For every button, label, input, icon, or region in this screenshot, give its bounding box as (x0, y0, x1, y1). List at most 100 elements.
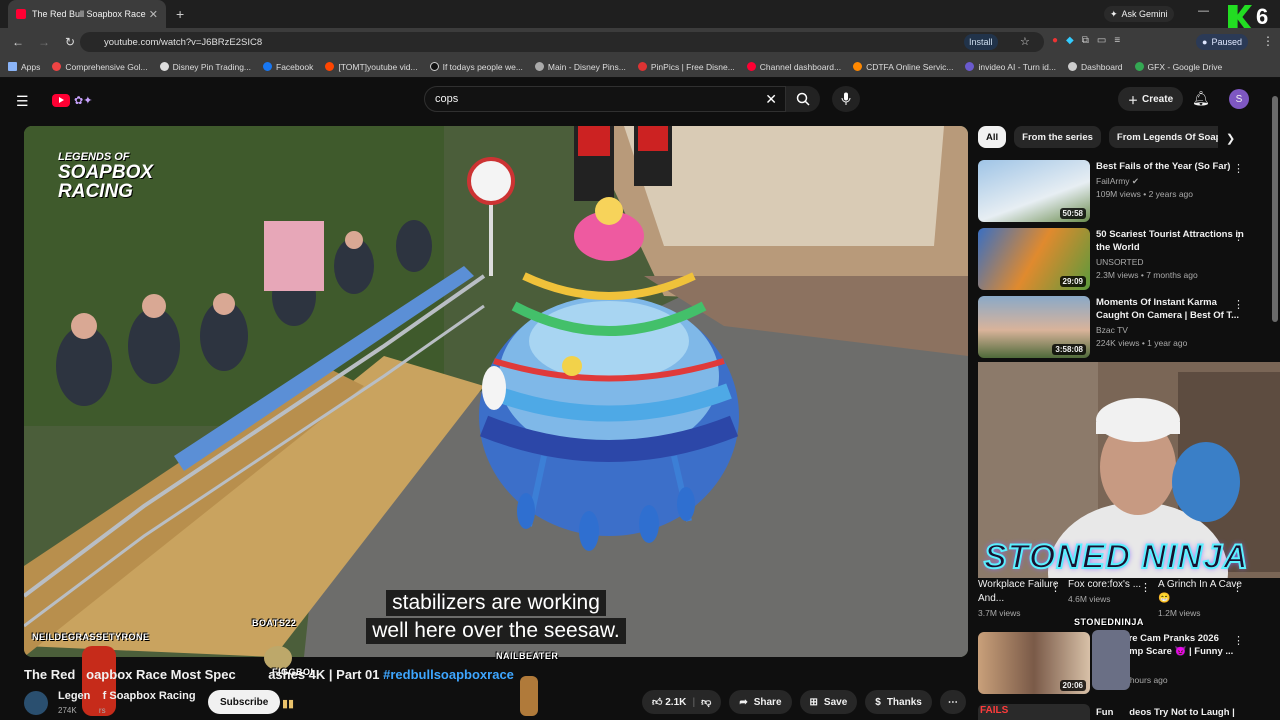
chevron-right-icon[interactable]: ❯ (1226, 132, 1235, 145)
short-views: 3.7M views (978, 608, 1021, 618)
bookmark-item[interactable]: [TOMT]youtube vid... (325, 62, 418, 72)
extensions-puzzle-icon[interactable]: ⧉ (1082, 35, 1089, 46)
bookmark-favicon-icon (52, 62, 62, 71)
recommendation-item[interactable]: FAILS Fun deos Try Not to Laugh | (978, 704, 1272, 720)
more-vert-icon[interactable]: ⋮ (1233, 634, 1244, 647)
bookmark-item[interactable]: Dashboard (1067, 62, 1123, 72)
profile-paused-button[interactable]: ● Paused (1196, 34, 1248, 50)
bookmark-item[interactable]: CDTFA Online Servic... (853, 62, 953, 72)
recommendation-meta: 109M views • 2 years ago (1096, 189, 1193, 199)
video-player[interactable]: LEGENDS OF SOAPBOX RACING stabilizers ar… (24, 126, 968, 657)
extension-red-icon[interactable]: ● (1052, 35, 1058, 46)
back-icon[interactable]: ← (10, 35, 26, 49)
reload-icon[interactable]: ↻ (62, 35, 78, 49)
video-thumbnail[interactable]: 3:58:08 (978, 296, 1090, 358)
viewer-tag: STONEDNINJA (1074, 617, 1144, 627)
recommendation-channel[interactable]: FailArmy ✔ (1096, 175, 1139, 188)
thumbs-down-icon[interactable]: 👎︎ (701, 696, 711, 708)
more-vert-icon[interactable]: ⋮ (1233, 298, 1244, 311)
recommendation-title[interactable]: Best Fails of the Year (So Far) (1096, 160, 1246, 173)
save-icon: ⊞ (809, 696, 818, 708)
clear-search-icon[interactable]: ✕ (765, 91, 777, 108)
new-tab-button[interactable]: + (176, 6, 184, 22)
bookmark-item[interactable]: Channel dashboard... (746, 62, 841, 72)
hashtag-link[interactable]: #redbullsoapboxrace (383, 667, 514, 682)
youtube-header: ☰ ✿✦ cops ✕ ＋ Create 🔔︎ S (0, 80, 1280, 120)
bookmark-star-icon[interactable]: ☆ (1020, 35, 1030, 48)
extension-blue-icon[interactable]: ◆ (1066, 35, 1074, 46)
account-avatar[interactable]: S (1229, 89, 1249, 109)
more-vert-icon[interactable]: ⋮ (1233, 230, 1244, 243)
address-bar[interactable]: youtube.com/watch?v=J6BRzE2SIC8 (80, 32, 1044, 52)
voice-search-button[interactable] (832, 86, 860, 112)
youtube-icon (746, 62, 756, 71)
more-vert-icon[interactable]: ⋮ (1140, 581, 1151, 594)
recommendation-title[interactable]: care Cam Pranks 2026 Jump Scare 😈 | Funn… (1118, 632, 1246, 658)
create-button[interactable]: ＋ Create (1118, 87, 1184, 111)
chip-from-series[interactable]: From the series (1014, 126, 1101, 148)
install-button[interactable]: Install (964, 34, 998, 50)
bookmark-item[interactable]: If todays people we... (429, 62, 523, 72)
share-button[interactable]: ➦ Share (729, 690, 792, 714)
thanks-icon: $ (875, 696, 881, 708)
recommendation-title[interactable]: 50 Scariest Tourist Attractions in the W… (1096, 228, 1246, 254)
chip-all[interactable]: All (978, 126, 1007, 148)
youtube-logo[interactable]: ✿✦ (52, 92, 108, 108)
recommendation-title[interactable]: Fun deos Try Not to Laugh | (1096, 706, 1256, 719)
bookmark-item[interactable]: invideo AI - Turn id... (965, 62, 1056, 72)
watermark-line: RACING (58, 181, 133, 202)
recommendation-item[interactable]: 50:58 Best Fails of the Year (So Far) Fa… (978, 160, 1272, 224)
more-vert-icon[interactable]: ⋮ (1050, 581, 1061, 594)
more-actions-button[interactable]: ⋯ (939, 690, 966, 714)
search-button[interactable] (786, 86, 820, 112)
recommendation-channel[interactable]: UNSORTED (1096, 256, 1144, 269)
recommendation-channel[interactable]: Bzac TV (1096, 324, 1128, 337)
recommendation-title[interactable]: Moments Of Instant Karma Caught On Camer… (1096, 296, 1246, 322)
bookmark-item[interactable]: Disney Pin Trading... (159, 62, 251, 72)
search-input[interactable]: cops ✕ (424, 86, 786, 112)
tiktok-icon (429, 62, 439, 71)
scrollbar-thumb[interactable] (1272, 96, 1278, 322)
caption-line: stabilizers are working (386, 590, 606, 616)
video-title: The Red oapbox Race Most Spec ashes 4K |… (24, 667, 514, 682)
subscriber-count: 274K rs (58, 706, 106, 715)
like-button[interactable]: 👍︎ 2.1K (652, 696, 686, 708)
video-thumbnail[interactable]: FAILS (978, 704, 1090, 720)
video-thumbnail[interactable]: 20:06 (978, 632, 1090, 694)
streamer-webcam: STONED NINJA (978, 362, 1280, 578)
video-thumbnail[interactable]: 29:09 (978, 228, 1090, 290)
mic-icon (841, 92, 851, 105)
save-button[interactable]: ⊞ Save (799, 690, 858, 714)
notifications-bell-icon[interactable]: 🔔︎ (1192, 90, 1210, 107)
apps-grid-icon (8, 62, 17, 71)
minimize-icon[interactable]: — (1198, 5, 1209, 17)
duration-badge: 50:58 (1059, 208, 1086, 219)
ask-gemini-button[interactable]: ✦ Ask Gemini (1104, 6, 1174, 22)
forward-icon[interactable]: → (36, 35, 52, 49)
channel-avatar[interactable] (24, 691, 48, 715)
channel-name[interactable]: Legen f Soapbox Racing (58, 690, 196, 702)
bookmark-item[interactable]: PinPics | Free Disne... (637, 62, 735, 72)
subscribe-button[interactable]: Subscribe (208, 690, 281, 714)
media-icon[interactable]: ≡ (1114, 35, 1120, 46)
more-vert-icon[interactable]: ⋮ (1233, 162, 1244, 175)
bookmark-item[interactable]: GFX - Google Drive (1134, 62, 1222, 72)
browser-menu-icon[interactable]: ⋮ (1262, 34, 1274, 48)
bookmark-item[interactable]: Comprehensive Gol... (52, 62, 148, 72)
tab-close-icon[interactable]: ✕ (149, 8, 158, 21)
video-thumbnail[interactable]: 50:58 (978, 160, 1090, 222)
tab-search-icon[interactable]: ▭ (1097, 35, 1106, 46)
chip-from-channel[interactable]: From Legends Of Soapbo (1108, 126, 1218, 148)
recommendation-item[interactable]: 3:58:08 Moments Of Instant Karma Caught … (978, 296, 1272, 360)
bookmark-item[interactable]: Main - Disney Pins... (534, 62, 626, 72)
bookmark-item[interactable]: Facebook (263, 62, 313, 72)
thanks-button[interactable]: $ Thanks (865, 690, 932, 714)
menu-hamburger-icon[interactable]: ☰ (16, 93, 29, 110)
more-vert-icon[interactable]: ⋮ (1232, 581, 1243, 594)
search-query: cops (435, 93, 459, 105)
browser-tab[interactable]: The Red Bull Soapbox Race ✕ (8, 0, 166, 28)
viewer-tag: NEILDEGRASSETYRONE (32, 632, 150, 642)
bookmark-item[interactable]: Apps (8, 62, 40, 72)
recommendation-item[interactable]: 29:09 50 Scariest Tourist Attractions in… (978, 228, 1272, 292)
short-views: 4.6M views (1068, 594, 1111, 604)
